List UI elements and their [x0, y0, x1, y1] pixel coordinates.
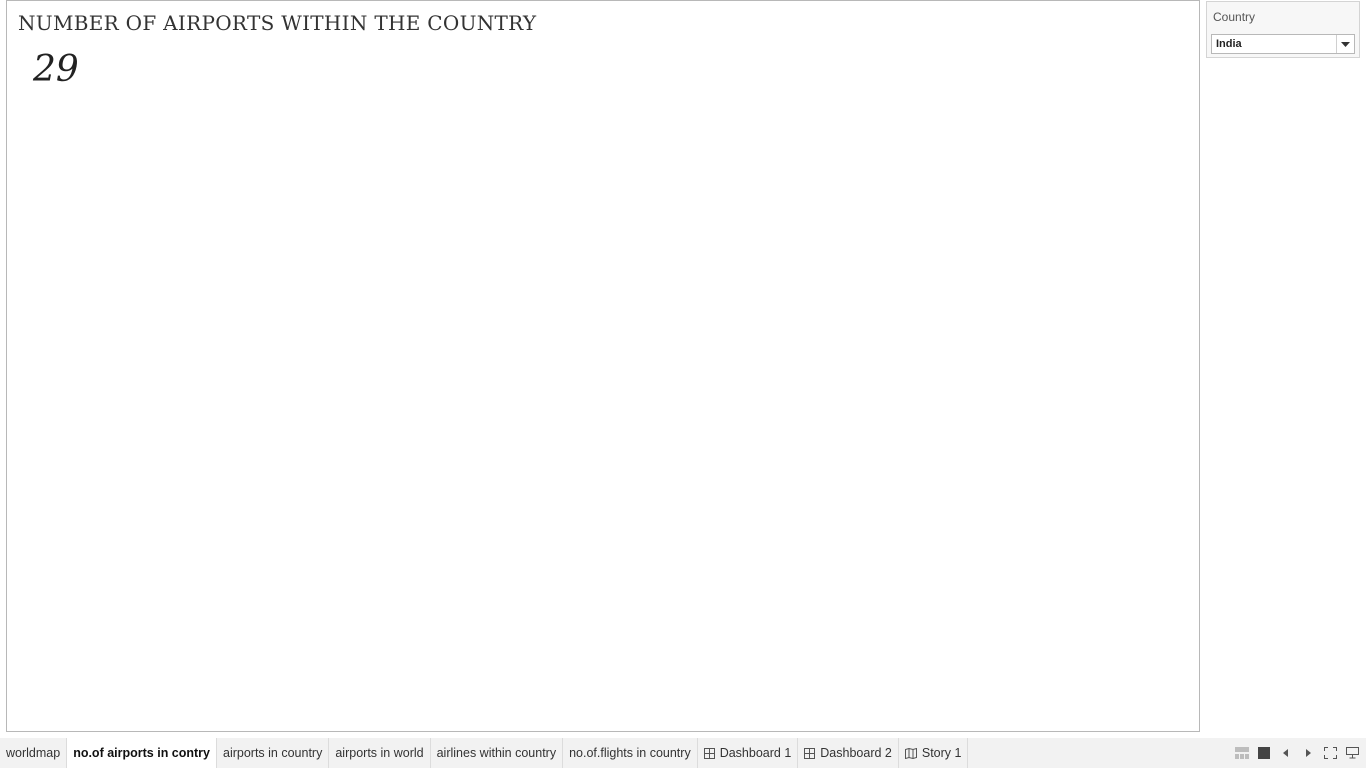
tab-worldmap[interactable]: worldmap: [0, 738, 68, 768]
tab-label: airports in world: [335, 746, 424, 760]
presentation-icon[interactable]: [1344, 745, 1360, 761]
sheet-tab-bar: worldmap no.of airports in contry airpor…: [0, 738, 1366, 768]
tab-dashboard-2[interactable]: Dashboard 2: [798, 738, 899, 768]
tab-dashboard-1[interactable]: Dashboard 1: [698, 738, 799, 768]
dropdown-arrow-icon[interactable]: [1336, 35, 1354, 53]
story-icon: [904, 747, 917, 759]
tab-airlines-within-country[interactable]: airlines within country: [431, 738, 564, 768]
country-filter-card: Country India: [1206, 1, 1360, 58]
dashboard-icon: [804, 747, 816, 759]
tab-label: worldmap: [6, 746, 61, 760]
tab-no-of-airports-in-contry[interactable]: no.of airports in contry: [67, 738, 217, 768]
tab-label: no.of airports in contry: [73, 746, 210, 760]
tab-label: Dashboard 2: [820, 746, 892, 760]
tab-label: airlines within country: [436, 746, 557, 760]
tab-label: no.of.flights in country: [569, 746, 691, 760]
tab-no-of-flights-in-country[interactable]: no.of.flights in country: [563, 738, 698, 768]
tab-bar-controls: [1234, 738, 1360, 768]
country-dropdown-value: India: [1216, 38, 1242, 50]
tab-label: airports in country: [223, 746, 323, 760]
sheet-view-icon[interactable]: [1256, 745, 1272, 761]
tab-airports-in-world[interactable]: airports in world: [329, 738, 431, 768]
filmstrip-icon[interactable]: [1234, 745, 1250, 761]
next-icon[interactable]: [1300, 745, 1316, 761]
worksheet-view: NUMBER OF AIRPORTS WITHIN THE COUNTRY 29: [6, 0, 1200, 732]
filter-title: Country: [1213, 10, 1256, 24]
sheet-title: NUMBER OF AIRPORTS WITHIN THE COUNTRY: [18, 11, 537, 35]
fullscreen-icon[interactable]: [1322, 745, 1338, 761]
airport-count-value[interactable]: 29: [33, 49, 79, 90]
previous-icon[interactable]: [1278, 745, 1294, 761]
dashboard-icon: [703, 747, 715, 759]
tab-label: Story 1: [921, 746, 962, 760]
tab-airports-in-country[interactable]: airports in country: [217, 738, 330, 768]
country-dropdown[interactable]: India: [1211, 34, 1355, 54]
tab-label: Dashboard 1: [719, 746, 792, 760]
tab-story-1[interactable]: Story 1: [899, 738, 969, 768]
